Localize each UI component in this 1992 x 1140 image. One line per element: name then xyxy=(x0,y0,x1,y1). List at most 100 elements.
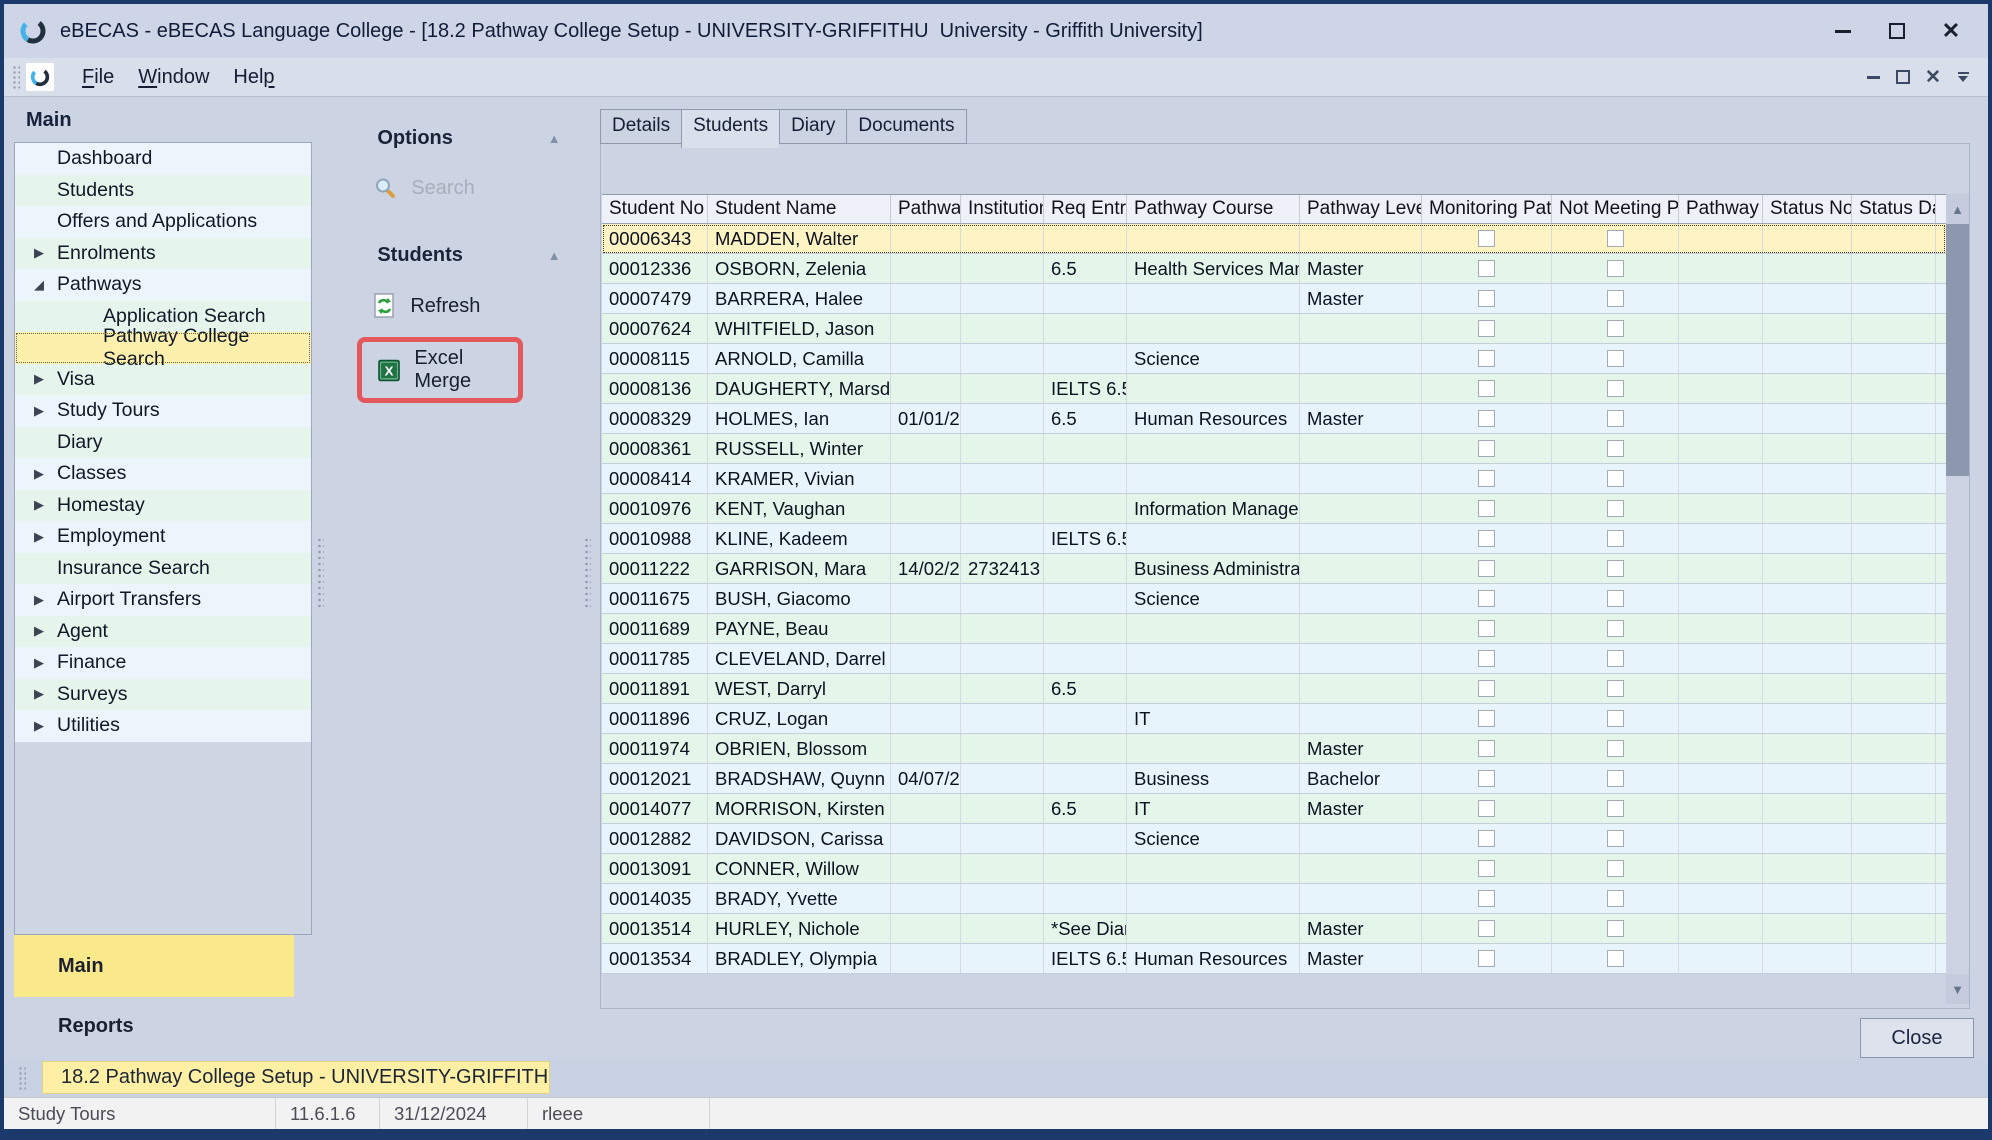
toolbar-grip[interactable] xyxy=(12,65,20,89)
cell-notmeeting[interactable] xyxy=(1552,254,1679,283)
table-row[interactable]: 00012336OSBORN, Zelenia6.5Health Service… xyxy=(602,254,1946,284)
checkbox-unchecked[interactable] xyxy=(1478,650,1495,667)
collapse-arrow-icon[interactable]: ▲ xyxy=(548,248,561,263)
table-row[interactable]: 00012021BRADSHAW, Quynn04/07/20BusinessB… xyxy=(602,764,1946,794)
refresh-action[interactable]: Refresh xyxy=(327,293,578,319)
checkbox-unchecked[interactable] xyxy=(1478,260,1495,277)
cell-monitoring[interactable] xyxy=(1422,704,1552,733)
checkbox-unchecked[interactable] xyxy=(1607,920,1624,937)
checkbox-unchecked[interactable] xyxy=(1607,830,1624,847)
table-row[interactable]: 00011891WEST, Darryl6.5 xyxy=(602,674,1946,704)
sidebar-item-classes[interactable]: ▶Classes xyxy=(15,458,311,490)
mdi-restore-icon[interactable] xyxy=(1888,64,1918,90)
cell-notmeeting[interactable] xyxy=(1552,914,1679,943)
checkbox-unchecked[interactable] xyxy=(1478,500,1495,517)
table-row[interactable]: 00007479BARRERA, HaleeMaster xyxy=(602,284,1946,314)
table-row[interactable]: 00010988KLINE, KadeemIELTS 6.5 xyxy=(602,524,1946,554)
cell-monitoring[interactable] xyxy=(1422,944,1552,973)
cell-monitoring[interactable] xyxy=(1422,554,1552,583)
table-row[interactable]: 00014077MORRISON, Kirsten6.5ITMaster xyxy=(602,794,1946,824)
collapsed-arrow-icon[interactable]: ▶ xyxy=(29,718,49,734)
sidebar-item-airport-transfers[interactable]: ▶Airport Transfers xyxy=(15,584,311,616)
cell-monitoring[interactable] xyxy=(1422,854,1552,883)
table-row[interactable]: 00006343MADDEN, Walter xyxy=(602,224,1946,254)
cell-monitoring[interactable] xyxy=(1422,404,1552,433)
checkbox-unchecked[interactable] xyxy=(1478,710,1495,727)
checkbox-unchecked[interactable] xyxy=(1478,320,1495,337)
collapsed-arrow-icon[interactable]: ▶ xyxy=(29,371,49,387)
collapse-arrow-icon[interactable]: ▲ xyxy=(548,131,561,146)
column-header-monitoring[interactable]: Monitoring Pathw xyxy=(1422,195,1552,223)
checkbox-unchecked[interactable] xyxy=(1478,680,1495,697)
checkbox-unchecked[interactable] xyxy=(1607,890,1624,907)
checkbox-unchecked[interactable] xyxy=(1478,620,1495,637)
table-row[interactable]: 00008115ARNOLD, CamillaScience xyxy=(602,344,1946,374)
sidebar-reports-button[interactable]: Reports xyxy=(14,997,312,1038)
sidebar-item-insurance-search[interactable]: Insurance Search xyxy=(15,553,311,585)
checkbox-unchecked[interactable] xyxy=(1607,800,1624,817)
table-row[interactable]: 00008361RUSSELL, Winter xyxy=(602,434,1946,464)
students-section-header[interactable]: Students ▲ xyxy=(327,244,578,267)
checkbox-unchecked[interactable] xyxy=(1607,410,1624,427)
cell-monitoring[interactable] xyxy=(1422,434,1552,463)
column-header-notmeeting[interactable]: Not Meeting Path xyxy=(1552,195,1679,223)
table-row[interactable]: 00011689PAYNE, Beau xyxy=(602,614,1946,644)
cell-notmeeting[interactable] xyxy=(1552,494,1679,523)
sidebar-item-students[interactable]: Students xyxy=(15,175,311,207)
cell-notmeeting[interactable] xyxy=(1552,884,1679,913)
cell-notmeeting[interactable] xyxy=(1552,764,1679,793)
sidebar-item-study-tours[interactable]: ▶Study Tours xyxy=(15,395,311,427)
table-row[interactable]: 00011785CLEVELAND, Darrel xyxy=(602,644,1946,674)
cell-notmeeting[interactable] xyxy=(1552,944,1679,973)
checkbox-unchecked[interactable] xyxy=(1607,680,1624,697)
checkbox-unchecked[interactable] xyxy=(1478,530,1495,547)
collapsed-arrow-icon[interactable]: ▶ xyxy=(29,592,49,608)
cell-notmeeting[interactable] xyxy=(1552,554,1679,583)
table-row[interactable]: 00011222GARRISON, Mara14/02/202732413Bus… xyxy=(602,554,1946,584)
table-row[interactable]: 00011974OBRIEN, BlossomMaster xyxy=(602,734,1946,764)
sidebar-item-agent[interactable]: ▶Agent xyxy=(15,616,311,648)
cell-notmeeting[interactable] xyxy=(1552,344,1679,373)
cell-monitoring[interactable] xyxy=(1422,464,1552,493)
cell-monitoring[interactable] xyxy=(1422,914,1552,943)
collapsed-arrow-icon[interactable]: ▶ xyxy=(29,466,49,482)
column-header-course[interactable]: Pathway Course xyxy=(1127,195,1300,223)
collapsed-arrow-icon[interactable]: ▶ xyxy=(29,686,49,702)
checkbox-unchecked[interactable] xyxy=(1478,350,1495,367)
cell-monitoring[interactable] xyxy=(1422,764,1552,793)
cell-monitoring[interactable] xyxy=(1422,794,1552,823)
checkbox-unchecked[interactable] xyxy=(1478,410,1495,427)
checkbox-unchecked[interactable] xyxy=(1478,920,1495,937)
sidebar-item-employment[interactable]: ▶Employment xyxy=(15,521,311,553)
checkbox-unchecked[interactable] xyxy=(1607,470,1624,487)
table-row[interactable]: 00008414KRAMER, Vivian xyxy=(602,464,1946,494)
checkbox-unchecked[interactable] xyxy=(1607,320,1624,337)
menu-help[interactable]: Help xyxy=(221,62,286,92)
checkbox-unchecked[interactable] xyxy=(1607,740,1624,757)
cell-notmeeting[interactable] xyxy=(1552,224,1679,253)
cell-notmeeting[interactable] xyxy=(1552,314,1679,343)
cell-monitoring[interactable] xyxy=(1422,284,1552,313)
sidebar-item-surveys[interactable]: ▶Surveys xyxy=(15,679,311,711)
collapsed-arrow-icon[interactable]: ▶ xyxy=(29,245,49,261)
checkbox-unchecked[interactable] xyxy=(1478,440,1495,457)
tab-diary[interactable]: Diary xyxy=(779,109,846,144)
checkbox-unchecked[interactable] xyxy=(1478,770,1495,787)
cell-notmeeting[interactable] xyxy=(1552,284,1679,313)
column-header-no[interactable]: Student No xyxy=(602,195,708,223)
cell-notmeeting[interactable] xyxy=(1552,524,1679,553)
checkbox-unchecked[interactable] xyxy=(1478,800,1495,817)
checkbox-unchecked[interactable] xyxy=(1607,350,1624,367)
cell-monitoring[interactable] xyxy=(1422,254,1552,283)
column-header-level[interactable]: Pathway Level xyxy=(1300,195,1422,223)
cell-notmeeting[interactable] xyxy=(1552,374,1679,403)
table-row[interactable]: 00013514HURLEY, Nichole*See DiaryMaster xyxy=(602,914,1946,944)
checkbox-unchecked[interactable] xyxy=(1478,890,1495,907)
checkbox-unchecked[interactable] xyxy=(1478,560,1495,577)
splitter-handle[interactable] xyxy=(579,97,594,1058)
collapsed-arrow-icon[interactable]: ▶ xyxy=(29,529,49,545)
scroll-down-icon[interactable]: ▼ xyxy=(1946,974,1969,1004)
table-row[interactable]: 00012882DAVIDSON, CarissaScience xyxy=(602,824,1946,854)
cell-monitoring[interactable] xyxy=(1422,224,1552,253)
close-button[interactable]: Close xyxy=(1860,1018,1974,1058)
